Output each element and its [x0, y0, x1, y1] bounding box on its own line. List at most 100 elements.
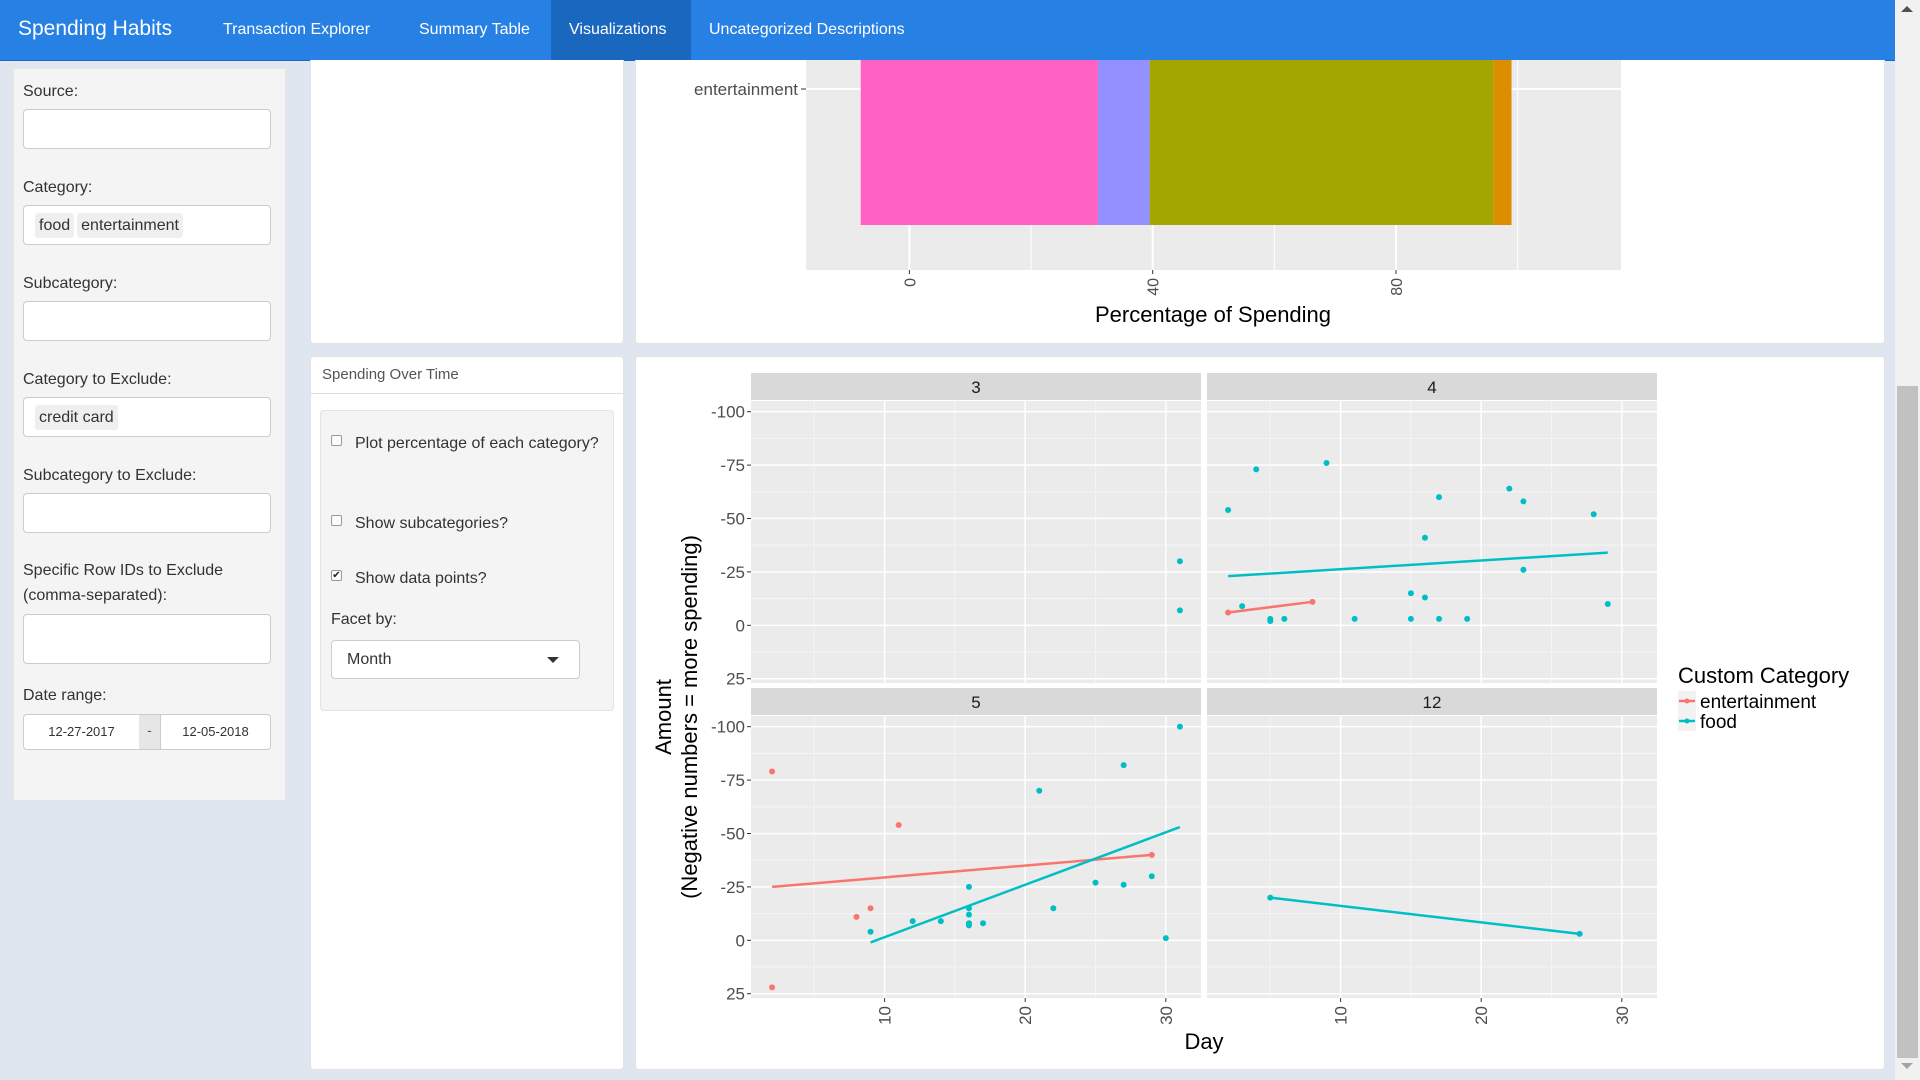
- y-tick-label: -25: [720, 878, 745, 897]
- checkbox-label: Plot percentage of each category?: [355, 435, 599, 452]
- facet-strip-label: 5: [971, 693, 980, 712]
- x-tick-label: 0: [902, 278, 919, 287]
- food-data-point: [1436, 494, 1443, 501]
- row-ids-exclude-label: Specific Row IDs to Exclude (comma-separ…: [23, 562, 224, 604]
- legend-key-point: [1684, 718, 1690, 724]
- entertainment-data-point: [769, 768, 776, 775]
- tab-summary-table[interactable]: Summary Table: [401, 0, 551, 60]
- subcategory-label: Subcategory:: [23, 275, 118, 292]
- date-separator: -: [139, 714, 160, 750]
- scrollbar-thumb[interactable]: [1897, 386, 1918, 1058]
- row-ids-exclude-input[interactable]: [23, 614, 271, 664]
- facet-by-select[interactable]: Month: [331, 640, 580, 679]
- empty-options-panel: [310, 60, 624, 344]
- food-data-point: [1421, 594, 1428, 601]
- subcategory-select[interactable]: [23, 301, 271, 341]
- entertainment-data-point: [1148, 851, 1155, 858]
- x-axis-title: Percentage of Spending: [1095, 302, 1331, 327]
- options-well: Plot percentage of each category? Show s…: [320, 410, 614, 711]
- y-tick-label: 25: [726, 670, 745, 689]
- food-data-point: [909, 918, 916, 925]
- facet-panel: 12 10 20 30: [1207, 688, 1657, 1025]
- y-tick-label: -75: [720, 456, 745, 475]
- food-data-point: [1267, 894, 1274, 901]
- facet-panel: 3 -100 -75 -50 -25 0 25: [711, 373, 1201, 689]
- date-range-label: Date range:: [23, 687, 107, 704]
- category-label: Category:: [23, 179, 93, 196]
- app-brand[interactable]: Spending Habits: [18, 0, 172, 60]
- entertainment-data-point: [769, 984, 776, 991]
- food-data-point: [1590, 511, 1597, 518]
- page-scrollbar[interactable]: [1895, 0, 1920, 1080]
- facet-panel: 4: [1207, 373, 1657, 683]
- food-data-point: [1281, 615, 1288, 622]
- x-axis-title: Day: [1184, 1029, 1223, 1054]
- tab-transaction-explorer[interactable]: Transaction Explorer: [205, 0, 401, 60]
- food-data-point: [1176, 723, 1183, 730]
- facet-strip-label: 3: [971, 378, 980, 397]
- scroll-down-arrow-icon[interactable]: [1901, 1063, 1913, 1069]
- filter-sidebar: Source: Category: food entertainment Subc…: [13, 68, 286, 801]
- food-data-point: [867, 928, 874, 935]
- navbar: Spending Habits Transaction Explorer Sum…: [0, 0, 1895, 61]
- date-start-input[interactable]: 12-27-2017: [23, 714, 140, 750]
- entertainment-data-point: [1225, 609, 1232, 616]
- category-chip[interactable]: entertainment: [77, 213, 183, 238]
- show-subcategories-checkbox[interactable]: [331, 515, 342, 526]
- date-end-input[interactable]: 12-05-2018: [160, 714, 271, 750]
- legend-key-point: [1684, 698, 1690, 704]
- food-data-point: [1604, 600, 1611, 607]
- y-tick-label: -100: [711, 403, 745, 422]
- dropdown-caret-icon: [547, 657, 559, 663]
- food-data-point: [1436, 615, 1443, 622]
- y-tick-label: -50: [720, 510, 745, 529]
- y-tick-label: -75: [720, 771, 745, 790]
- food-data-point: [1050, 905, 1057, 912]
- plot-percentage-checkbox[interactable]: [331, 435, 342, 446]
- source-label: Source:: [23, 83, 79, 100]
- food-data-point: [965, 922, 972, 929]
- show-data-points-checkbox[interactable]: ✔: [331, 570, 342, 581]
- category-exclude-select[interactable]: credit card: [23, 397, 271, 437]
- category-exclude-chip[interactable]: credit card: [35, 405, 118, 430]
- x-tick-label: 10: [876, 1006, 895, 1025]
- scroll-up-arrow-icon[interactable]: [1901, 6, 1913, 12]
- entertainment-data-point: [895, 821, 902, 828]
- x-tick-label: 40: [1146, 278, 1163, 296]
- percentage-bar-chart: entertainment 0 40 80 Percentage of Spendi…: [694, 60, 1621, 327]
- category-select[interactable]: food entertainment: [23, 205, 271, 245]
- facet-strip-label: 12: [1423, 693, 1442, 712]
- subcategory-exclude-label: Subcategory to Exclude:: [23, 467, 197, 484]
- x-tick-label: 20: [1472, 1006, 1491, 1025]
- entertainment-data-point: [1309, 598, 1316, 605]
- entertainment-data-point: [867, 905, 874, 912]
- food-data-point: [1036, 787, 1043, 794]
- food-data-point: [1120, 762, 1127, 769]
- checkbox-label: Show data points?: [355, 570, 487, 587]
- tab-visualizations[interactable]: Visualizations: [551, 0, 691, 60]
- tab-uncategorized-descriptions[interactable]: Uncategorized Descriptions: [691, 0, 931, 60]
- category-exclude-label: Category to Exclude:: [23, 371, 172, 388]
- food-data-point: [937, 918, 944, 925]
- percentage-chart-panel: entertainment 0 40 80 Percentage of Spendi…: [635, 60, 1885, 344]
- category-chip[interactable]: food: [35, 213, 75, 238]
- facet-background: [1207, 401, 1657, 683]
- food-data-point: [965, 911, 972, 918]
- food-data-point: [1225, 506, 1232, 513]
- legend-title: Custom Category: [1678, 663, 1849, 688]
- y-axis-title-line2: (Negative numbers = more spending): [677, 535, 702, 899]
- checkmark-icon: ✔: [332, 570, 341, 581]
- food-data-point: [965, 883, 972, 890]
- source-input[interactable]: [23, 109, 271, 149]
- food-data-point: [1267, 618, 1274, 625]
- legend-label: food: [1700, 712, 1737, 733]
- y-tick-label: entertainment: [694, 80, 798, 99]
- y-tick-label: -25: [720, 563, 745, 582]
- subcategory-exclude-select[interactable]: [23, 493, 271, 533]
- y-tick-label: 0: [736, 616, 745, 635]
- legend-label: entertainment: [1700, 692, 1817, 713]
- bar-segment: [1097, 60, 1150, 225]
- x-tick-label: 10: [1332, 1006, 1351, 1025]
- x-tick-label: 20: [1016, 1006, 1035, 1025]
- x-tick-label: 30: [1613, 1006, 1632, 1025]
